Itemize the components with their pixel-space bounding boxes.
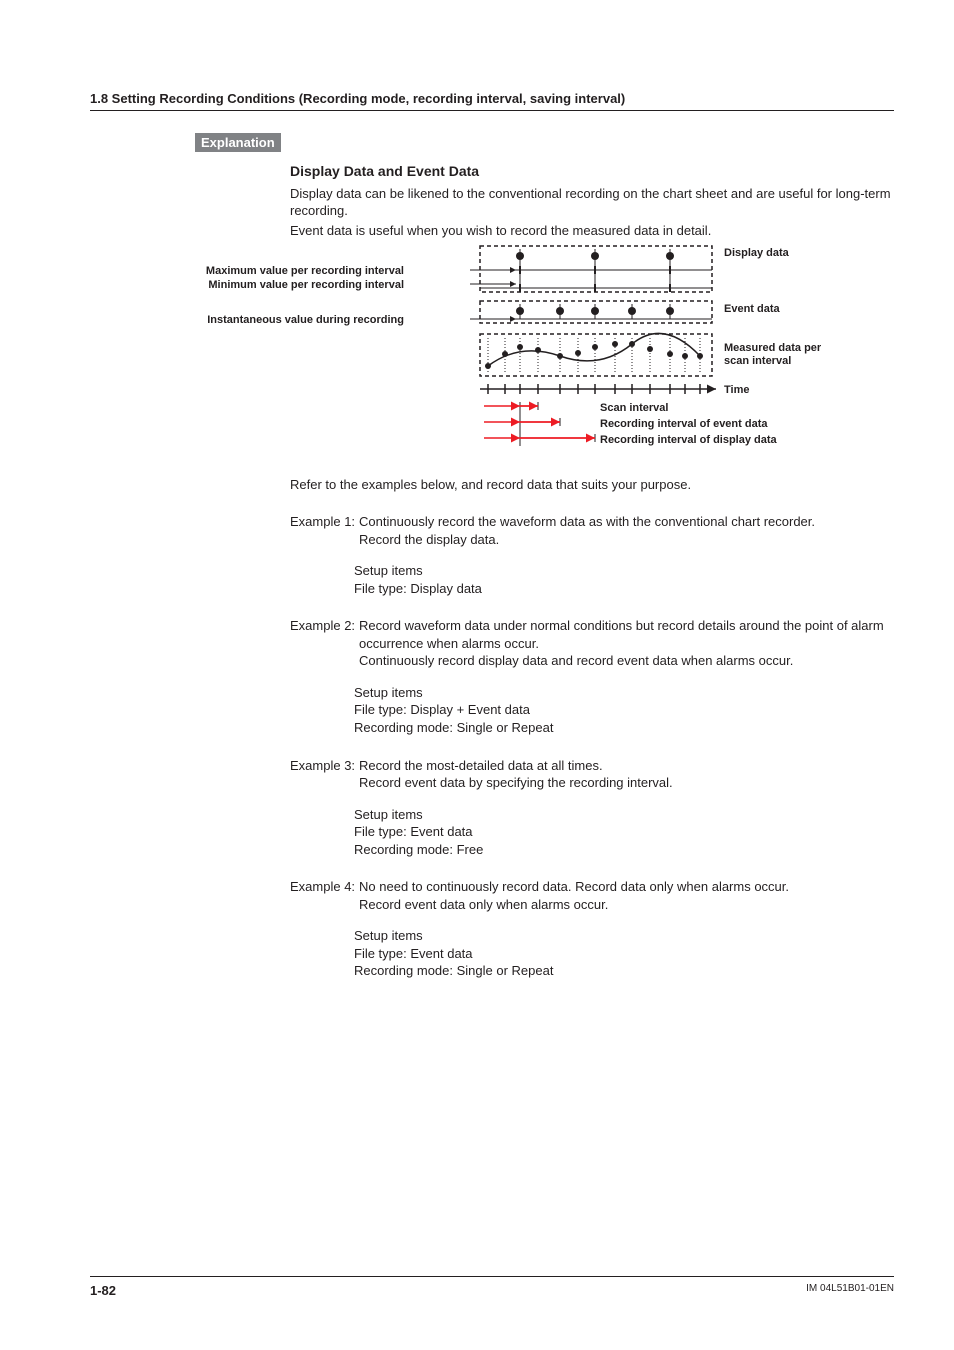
ex3-setup-items: Setup items xyxy=(354,806,894,824)
label-recording-event: Recording interval of event data xyxy=(600,417,767,432)
label-measured-data: Measured data per scan interval xyxy=(724,342,844,368)
ex2-line1: Record waveform data under normal condit… xyxy=(359,618,884,651)
label-time: Time xyxy=(724,383,749,398)
ex3-recording-mode: Recording mode: Free xyxy=(354,841,894,859)
page-header: 1.8 Setting Recording Conditions (Record… xyxy=(90,90,894,111)
example-2: Example 2: Record waveform data under no… xyxy=(290,617,894,736)
ex4-setup-items: Setup items xyxy=(354,927,894,945)
intro-para-1: Display data can be likened to the conve… xyxy=(290,185,894,220)
ex1-file-type: File type: Display data xyxy=(354,580,894,598)
label-instantaneous: Instantaneous value during recording xyxy=(207,313,404,328)
intro-para-2: Event data is useful when you wish to re… xyxy=(290,222,894,240)
example-4: Example 4: No need to continuously recor… xyxy=(290,878,894,980)
document-id: IM 04L51B01-01EN xyxy=(806,1283,894,1298)
ex4-recording-mode: Recording mode: Single or Repeat xyxy=(354,962,894,980)
label-max-value: Maximum value per recording interval xyxy=(206,264,404,279)
ex2-line2: Continuously record display data and rec… xyxy=(359,653,793,668)
ex1-label: Example 1: xyxy=(290,513,355,548)
label-display-data: Display data xyxy=(724,246,789,261)
ex2-label: Example 2: xyxy=(290,617,355,670)
sub-heading: Display Data and Event Data xyxy=(290,162,894,181)
ex4-line2: Record event data only when alarms occur… xyxy=(359,897,608,912)
ex3-line2: Record event data by specifying the reco… xyxy=(359,775,673,790)
refer-text: Refer to the examples below, and record … xyxy=(290,476,894,494)
label-scan-interval: Scan interval xyxy=(600,401,668,416)
ex3-label: Example 3: xyxy=(290,757,355,792)
page-number: 1-82 xyxy=(90,1283,116,1298)
label-min-value: Minimum value per recording interval xyxy=(208,278,404,293)
page-footer: 1-82 IM 04L51B01-01EN xyxy=(90,1276,894,1298)
explanation-tag: Explanation xyxy=(195,133,281,152)
label-recording-display: Recording interval of display data xyxy=(600,433,777,448)
ex4-file-type: File type: Event data xyxy=(354,945,894,963)
document-page: 1.8 Setting Recording Conditions (Record… xyxy=(0,0,954,1350)
content-block: Display Data and Event Data Display data… xyxy=(290,162,894,980)
label-event-data: Event data xyxy=(724,302,780,317)
ex1-setup-items: Setup items xyxy=(354,562,894,580)
timing-diagram: Maximum value per recording interval Min… xyxy=(460,244,894,454)
ex1-line1: Continuously record the waveform data as… xyxy=(359,514,815,529)
ex3-file-type: File type: Event data xyxy=(354,823,894,841)
ex4-line1: No need to continuously record data. Rec… xyxy=(359,879,789,894)
section-number-title: 1.8 Setting Recording Conditions (Record… xyxy=(90,91,625,106)
ex4-label: Example 4: xyxy=(290,878,355,913)
ex3-line1: Record the most-detailed data at all tim… xyxy=(359,758,603,773)
ex2-setup-items: Setup items xyxy=(354,684,894,702)
example-3: Example 3: Record the most-detailed data… xyxy=(290,757,894,859)
ex2-file-type: File type: Display + Event data xyxy=(354,701,894,719)
example-1: Example 1: Continuously record the wavef… xyxy=(290,513,894,597)
ex1-line2: Record the display data. xyxy=(359,532,499,547)
ex2-recording-mode: Recording mode: Single or Repeat xyxy=(354,719,894,737)
